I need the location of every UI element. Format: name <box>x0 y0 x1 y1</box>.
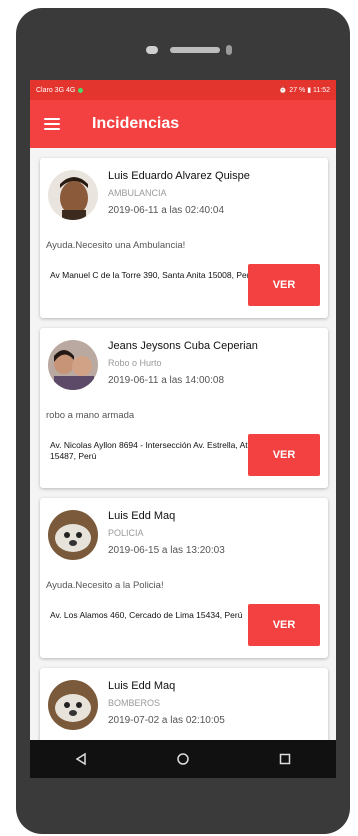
phone-frame: Claro 3G 4G ⏰ 27 % ▮ 11:52 Incidencias L… <box>16 8 350 834</box>
reporter-name: Luis Edd Maq <box>108 680 176 692</box>
view-button[interactable]: VER <box>248 434 320 476</box>
incident-card[interactable]: Luis Eduardo Alvarez Quispe AMBULANCIA 2… <box>40 158 328 318</box>
reporter-name: Jeans Jeysons Cuba Ceperian <box>108 340 258 352</box>
page-title: Incidencias <box>92 115 180 132</box>
recents-square-icon[interactable] <box>265 744 305 774</box>
system-nav-bar <box>30 740 336 778</box>
avatar <box>48 170 98 220</box>
status-bar: Claro 3G 4G ⏰ 27 % ▮ 11:52 <box>30 80 336 100</box>
back-triangle-icon[interactable] <box>61 744 101 774</box>
incident-datetime: 2019-06-11 a las 14:00:08 <box>108 375 225 386</box>
reporter-name: Luis Eduardo Alvarez Quispe <box>108 170 250 182</box>
incident-address: Av Manuel C de la Torre 390, Santa Anita… <box>50 270 255 280</box>
app-bar: Incidencias <box>30 100 336 148</box>
proximity-sensor <box>146 46 158 54</box>
incident-datetime: 2019-06-15 a las 13:20:03 <box>108 545 225 556</box>
avatar <box>48 680 98 730</box>
incident-card[interactable]: Jeans Jeysons Cuba Ceperian Robo o Hurto… <box>40 328 328 488</box>
incident-address: Av. Los Alamos 460, Cercado de Lima 1543… <box>50 610 243 620</box>
status-left-text: Claro 3G 4G <box>36 86 76 94</box>
incident-message: robo a mano armada <box>46 410 135 421</box>
status-right-text: ⏰ 27 % ▮ 11:52 <box>278 87 330 94</box>
incident-address: Av. Nicolas Ayllon 8694 - Intersección A… <box>50 440 253 461</box>
incident-message: Ayuda.Necesito una Ambulancia! <box>46 240 186 251</box>
view-button[interactable]: VER <box>248 604 320 646</box>
incident-list[interactable]: Luis Eduardo Alvarez Quispe AMBULANCIA 2… <box>30 148 336 740</box>
hamburger-menu-icon[interactable] <box>44 118 60 130</box>
incident-card[interactable]: Luis Edd Maq POLICIA 2019-06-15 a las 13… <box>40 498 328 658</box>
view-button[interactable]: VER <box>248 264 320 306</box>
incident-datetime: 2019-06-11 a las 02:40:04 <box>108 205 225 216</box>
avatar <box>48 340 98 390</box>
avatar <box>48 510 98 560</box>
incident-category: AMBULANCIA <box>108 188 167 198</box>
notification-dot-icon <box>78 87 84 93</box>
home-circle-icon[interactable] <box>163 744 203 774</box>
front-camera <box>226 45 232 55</box>
phone-earpiece <box>16 44 350 58</box>
incident-category: Robo o Hurto <box>108 358 162 368</box>
reporter-name: Luis Edd Maq <box>108 510 176 522</box>
speaker-grille <box>170 47 220 53</box>
incident-category: POLICIA <box>108 528 144 538</box>
incident-category: BOMBEROS <box>108 698 161 708</box>
incident-datetime: 2019-07-02 a las 02:10:05 <box>108 715 225 726</box>
incident-card[interactable]: Luis Edd Maq BOMBEROS 2019-07-02 a las 0… <box>40 668 328 740</box>
incident-message: Ayuda.Necesito a la Policia! <box>46 580 164 591</box>
screen: Claro 3G 4G ⏰ 27 % ▮ 11:52 Incidencias L… <box>30 80 336 778</box>
